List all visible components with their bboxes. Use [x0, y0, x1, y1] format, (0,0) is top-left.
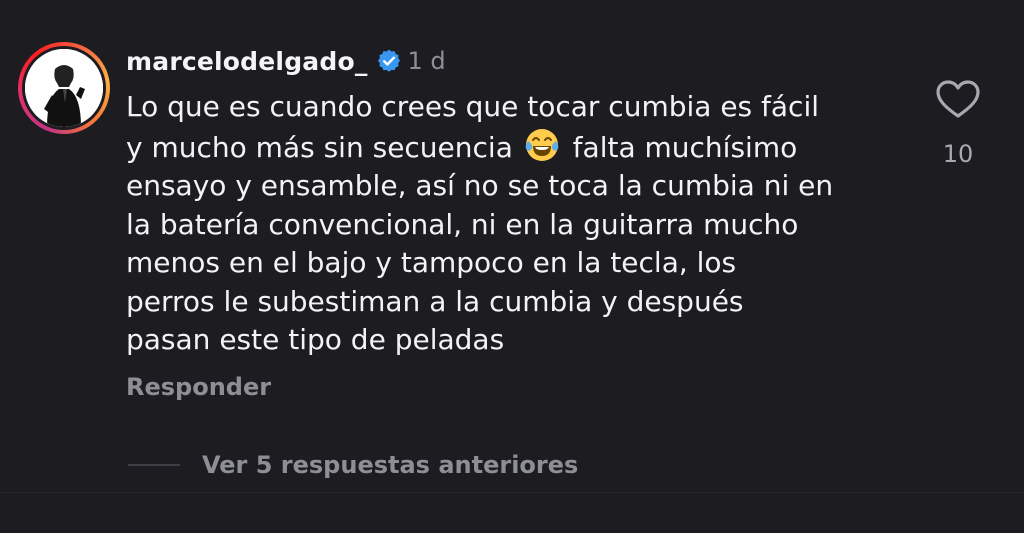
comment-line: Lo que es cuando crees que tocar cumbia …: [126, 90, 820, 123]
like-count: 10: [942, 140, 974, 168]
replies-divider-line: [128, 464, 180, 466]
comment-line: ensayo y ensamble, así no se toca la cum…: [126, 169, 834, 202]
comment-screen: marcelodelgado_ 1 d Lo que es cuando cre…: [0, 0, 1024, 533]
comment-line-part: y mucho más sin secuencia: [126, 130, 513, 164]
avatar-story-ring[interactable]: [18, 42, 110, 134]
comment-line: la batería convencional, ni en la guitar…: [126, 207, 799, 241]
comment-text: Lo que es cuando crees que tocar cumbia …: [126, 88, 926, 360]
username[interactable]: marcelodelgado_: [126, 47, 368, 76]
view-replies-label: Ver 5 respuestas anteriores: [202, 451, 579, 479]
comment-line: perros le subestiman a la cumbia y despu…: [126, 284, 744, 318]
comment-header: marcelodelgado_ 1 d: [126, 42, 446, 80]
comment-line-part: falta muchísimo: [572, 130, 798, 164]
comment-line: pasan este tipo de peladas: [126, 323, 505, 356]
view-previous-replies-button[interactable]: Ver 5 respuestas anteriores: [128, 447, 578, 483]
heart-outline-icon[interactable]: [933, 78, 983, 120]
bottom-divider: [0, 492, 1024, 493]
avatar-ring-gap: [22, 46, 106, 130]
comment-timestamp: 1 d: [407, 47, 446, 75]
comment-line-with-emoji: y mucho más sin secuencia falta muchísim…: [126, 127, 926, 168]
laughing-tears-emoji-icon: [524, 127, 560, 163]
comment-line: menos en el bajo y tampoco en la tecla, …: [126, 246, 737, 279]
avatar[interactable]: [25, 49, 103, 127]
reply-button[interactable]: Responder: [126, 373, 271, 401]
verified-badge-icon: [376, 48, 402, 74]
avatar-person-icon: [25, 49, 103, 127]
